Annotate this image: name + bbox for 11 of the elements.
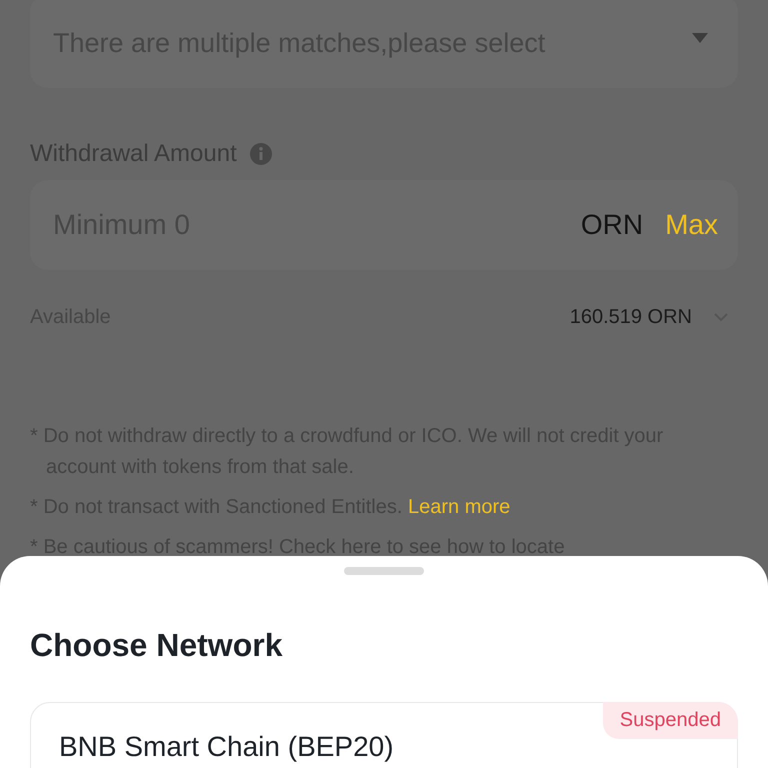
network-name: BNB Smart Chain (BEP20) xyxy=(59,731,394,762)
available-value: 160.519 ORN xyxy=(570,306,692,329)
status-badge: Suspended xyxy=(602,702,738,739)
sheet-title: Choose Network xyxy=(30,627,284,664)
learn-more-link[interactable]: Learn more xyxy=(408,496,510,518)
drag-handle[interactable] xyxy=(344,567,424,575)
network-option[interactable]: BNB Smart Chain (BEP20) Suspended xyxy=(30,702,738,768)
caret-icon xyxy=(692,33,708,43)
info-icon xyxy=(248,142,273,166)
unit-label: ORN xyxy=(580,209,644,241)
max-button[interactable]: Max xyxy=(665,209,718,241)
